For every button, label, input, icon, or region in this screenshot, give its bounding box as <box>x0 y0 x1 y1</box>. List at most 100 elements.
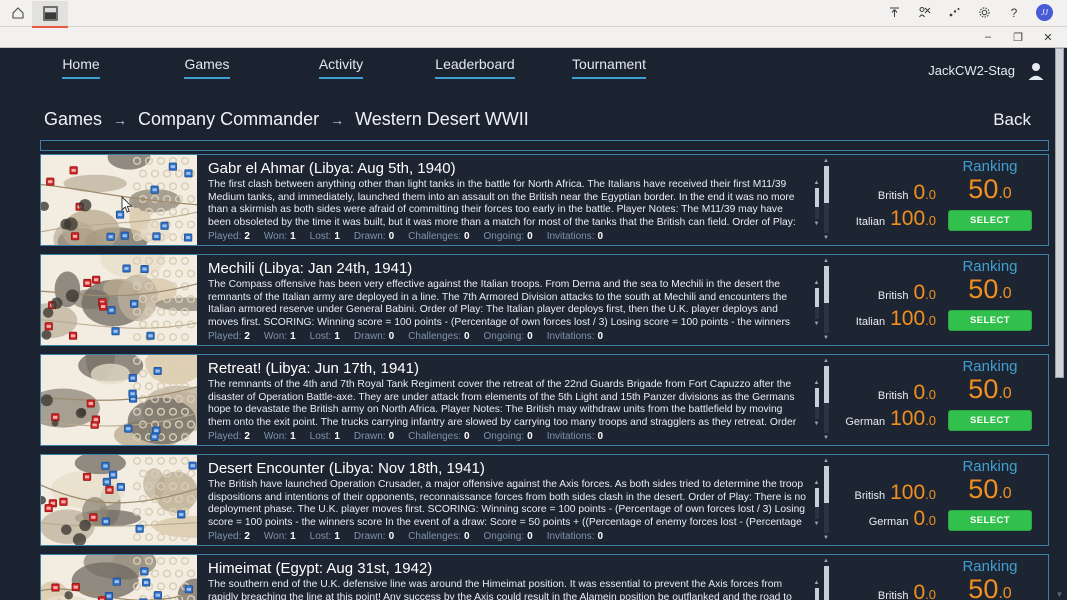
browser-tab-active[interactable] <box>32 1 68 26</box>
sides-scrollbar-thumb[interactable] <box>824 166 829 203</box>
scroll-down-arrow-icon[interactable]: ▼ <box>823 535 829 541</box>
description-scrollbar-thumb[interactable] <box>815 588 819 600</box>
select-button[interactable]: SELECT <box>948 310 1032 331</box>
sides-scrollbar-track[interactable] <box>824 466 829 533</box>
nav-item-activity[interactable]: Activity <box>319 56 363 85</box>
sides-scrollbar[interactable]: ▲▼ <box>821 255 831 345</box>
side-name: British <box>878 290 909 302</box>
side-score-row: British0.0 <box>831 581 936 600</box>
browser-avatar[interactable]: JJ <box>1036 4 1053 21</box>
friends-icon[interactable] <box>916 5 932 21</box>
scroll-up-arrow-icon[interactable]: ▲ <box>823 458 829 464</box>
scroll-down-arrow-icon[interactable]: ▼ <box>1054 589 1065 600</box>
scenario-map-thumbnail[interactable] <box>41 155 197 245</box>
sides-scrollbar-thumb[interactable] <box>824 366 829 403</box>
scroll-up-arrow-icon[interactable]: ▲ <box>814 180 820 186</box>
sides-scrollbar-thumb[interactable] <box>824 266 829 303</box>
scroll-down-arrow-icon[interactable]: ▼ <box>823 235 829 241</box>
sides-scrollbar[interactable]: ▲▼ <box>821 455 831 545</box>
nav-item-leaderboard[interactable]: Leaderboard <box>435 56 514 85</box>
help-icon[interactable]: ? <box>1006 5 1022 21</box>
sides-scrollbar-track[interactable] <box>824 266 829 333</box>
settings-gear-icon[interactable] <box>976 5 992 21</box>
scroll-up-arrow-icon[interactable]: ▲ <box>823 258 829 264</box>
stat-label: Won: <box>264 431 287 442</box>
page-scrollbar[interactable]: ▼ <box>1052 48 1066 600</box>
description-scrollbar[interactable]: ▲▼ <box>812 479 821 529</box>
scroll-up-arrow-icon[interactable]: ▲ <box>823 158 829 164</box>
sides-scrollbar[interactable]: ▲▼ <box>821 555 831 600</box>
scroll-down-arrow-icon[interactable]: ▼ <box>823 335 829 341</box>
scenario-card[interactable]: Desert Encounter (Libya: Nov 18th, 1941)… <box>40 454 1049 546</box>
description-scrollbar-track[interactable] <box>815 188 819 219</box>
description-scrollbar[interactable]: ▲▼ <box>812 379 821 429</box>
sides-scrollbar[interactable]: ▲▼ <box>821 355 831 445</box>
page-scrollbar-thumb[interactable] <box>1055 48 1064 378</box>
stat-drawn: Drawn:0 <box>354 331 394 342</box>
user-menu[interactable]: JackCW2-Stag <box>928 61 1045 81</box>
scroll-up-arrow-icon[interactable]: ▲ <box>814 380 820 386</box>
scenario-description-wrap: The British have launched Operation Crus… <box>197 479 821 529</box>
scenario-card[interactable]: Gabr el Ahmar (Libya: Aug 5th, 1940)The … <box>40 154 1049 246</box>
side-score-int: 0 <box>913 181 925 204</box>
sides-scrollbar-track[interactable] <box>824 566 829 600</box>
description-scrollbar[interactable]: ▲▼ <box>812 579 821 600</box>
description-scrollbar[interactable]: ▲▼ <box>812 279 821 329</box>
scenario-card[interactable]: Retreat! (Libya: Jun 17th, 1941)The remn… <box>40 354 1049 446</box>
description-scrollbar-thumb[interactable] <box>815 288 819 307</box>
nav-item-tournament[interactable]: Tournament <box>572 56 646 85</box>
select-button[interactable]: SELECT <box>948 410 1032 431</box>
scroll-up-arrow-icon[interactable]: ▲ <box>814 480 820 486</box>
scroll-up-arrow-icon[interactable]: ▲ <box>823 358 829 364</box>
side-score-row: British0.0 <box>831 381 936 407</box>
scenario-map-thumbnail[interactable] <box>41 355 197 445</box>
scenario-map-thumbnail[interactable] <box>41 455 197 545</box>
breadcrumb-item-games[interactable]: Games <box>44 109 102 130</box>
stat-label: Challenges: <box>408 331 461 342</box>
sides-scrollbar-thumb[interactable] <box>824 566 829 600</box>
minimize-button[interactable]: – <box>973 27 1003 47</box>
close-button[interactable]: ✕ <box>1033 27 1063 47</box>
scenario-map-thumbnail[interactable] <box>41 555 197 600</box>
breadcrumb-item-company-commander[interactable]: Company Commander <box>138 109 319 130</box>
select-button[interactable]: SELECT <box>948 210 1032 231</box>
scenario-map-thumbnail[interactable] <box>41 255 197 345</box>
sides-scrollbar-track[interactable] <box>824 166 829 233</box>
scenario-info: Himeimat (Egypt: Aug 31st, 1942)The sout… <box>197 555 821 600</box>
sides-scrollbar-track[interactable] <box>824 366 829 433</box>
side-score-decimal: .0 <box>925 187 936 202</box>
select-button[interactable]: SELECT <box>948 510 1032 531</box>
scroll-down-arrow-icon[interactable]: ▼ <box>823 435 829 441</box>
content-area: Games → Company Commander → Western Dese… <box>0 93 1067 600</box>
home-icon[interactable] <box>4 0 32 26</box>
nav-item-games[interactable]: Games <box>184 56 229 85</box>
back-button[interactable]: Back <box>993 110 1039 130</box>
notifications-icon[interactable] <box>946 5 962 21</box>
description-scrollbar-thumb[interactable] <box>815 488 819 507</box>
description-scrollbar-track[interactable] <box>815 488 819 519</box>
stat-value: 1 <box>334 331 340 342</box>
scroll-up-arrow-icon[interactable]: ▲ <box>823 558 829 564</box>
sides-scrollbar-thumb[interactable] <box>824 466 829 503</box>
nav-underline <box>319 77 363 79</box>
scroll-down-arrow-icon[interactable]: ▼ <box>814 321 820 327</box>
upload-icon[interactable] <box>886 5 902 21</box>
scenario-card[interactable]: Mechili (Libya: Jan 24th, 1941)The Compa… <box>40 254 1049 346</box>
description-scrollbar[interactable]: ▲▼ <box>812 179 821 229</box>
description-scrollbar-track[interactable] <box>815 388 819 419</box>
sides-scrollbar[interactable]: ▲▼ <box>821 155 831 245</box>
scroll-down-arrow-icon[interactable]: ▼ <box>814 221 820 227</box>
scroll-down-arrow-icon[interactable]: ▼ <box>814 421 820 427</box>
scroll-up-arrow-icon[interactable]: ▲ <box>814 280 820 286</box>
description-scrollbar-thumb[interactable] <box>815 388 819 407</box>
description-scrollbar-thumb[interactable] <box>815 188 819 207</box>
scroll-up-arrow-icon[interactable]: ▲ <box>814 580 820 586</box>
breadcrumb-arrow-icon: → <box>330 112 344 128</box>
nav-item-home[interactable]: Home <box>62 56 99 85</box>
scroll-down-arrow-icon[interactable]: ▼ <box>814 521 820 527</box>
scenario-card[interactable]: Himeimat (Egypt: Aug 31st, 1942)The sout… <box>40 554 1049 600</box>
scenario-info: Gabr el Ahmar (Libya: Aug 5th, 1940)The … <box>197 155 821 245</box>
description-scrollbar-track[interactable] <box>815 288 819 319</box>
description-scrollbar-track[interactable] <box>815 588 819 600</box>
restore-button[interactable]: ❐ <box>1003 27 1033 47</box>
